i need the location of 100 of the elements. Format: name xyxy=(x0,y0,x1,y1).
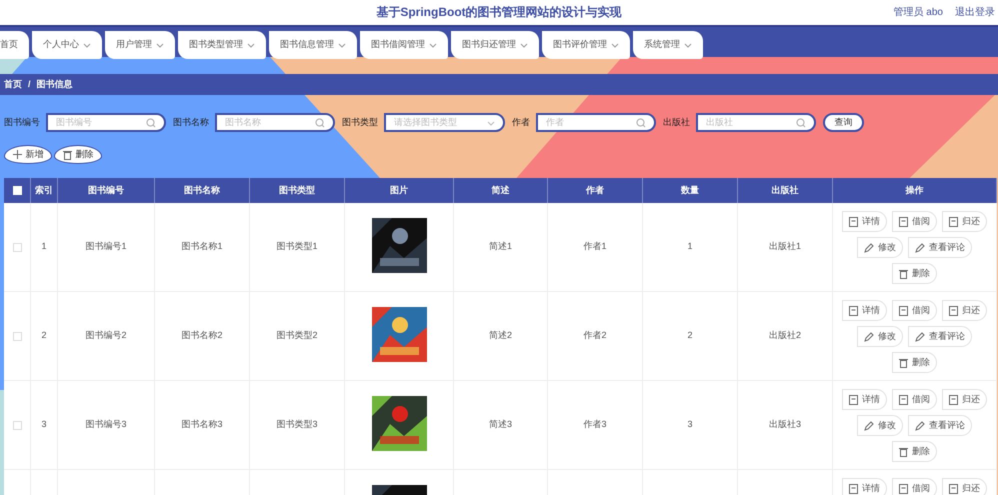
action-button[interactable]: 修改 xyxy=(857,326,903,347)
breadcrumb-link[interactable]: 首页 xyxy=(4,78,22,92)
breadcrumb-link[interactable]: 图书信息 xyxy=(36,78,73,92)
nav-tab[interactable]: 图书归还管理 xyxy=(451,31,539,59)
filter-label: 图书类型 xyxy=(342,116,378,129)
nav-tab[interactable]: 首页 xyxy=(0,31,29,59)
column-header: 索引 xyxy=(35,184,53,197)
column-header: 图书类型 xyxy=(279,184,315,197)
table-cell-text: 图书编号2 xyxy=(85,329,126,342)
pencil-icon xyxy=(864,242,874,252)
search-icon xyxy=(636,118,646,128)
action-button[interactable]: 归还 xyxy=(942,300,987,321)
row-checkbox[interactable] xyxy=(12,332,22,340)
user-name: 管理员 abo xyxy=(894,6,943,20)
action-button[interactable]: 查看评论 xyxy=(908,326,972,347)
table-cell-text: 图书类型2 xyxy=(276,329,318,342)
table-cell-text: 简述1 xyxy=(488,240,512,254)
search-icon xyxy=(315,118,325,128)
table-cell-text: 作者2 xyxy=(583,329,606,342)
document-icon xyxy=(849,394,858,404)
action-button[interactable]: 详情 xyxy=(842,300,887,321)
nav-tab[interactable]: 个人中心 xyxy=(32,31,102,59)
document-icon xyxy=(949,306,958,316)
search-icon xyxy=(796,118,806,128)
document-icon xyxy=(949,216,958,226)
pencil-icon xyxy=(915,332,925,342)
table-cell-text: 出版社1 xyxy=(768,240,801,254)
action-button[interactable]: 删除 xyxy=(892,263,937,284)
document-icon xyxy=(899,216,908,226)
nav-tab[interactable]: 用户管理 xyxy=(105,31,175,59)
select-all-checkbox[interactable] xyxy=(12,186,22,195)
action-button[interactable]: 归还 xyxy=(942,478,987,495)
action-button[interactable]: 修改 xyxy=(857,415,903,436)
column-header: 数量 xyxy=(681,184,699,197)
action-button[interactable]: 详情 xyxy=(842,389,887,410)
column-header: 简述 xyxy=(492,184,510,197)
table-cell-text: 出版社2 xyxy=(768,329,801,342)
table-cell-text: 图书名称2 xyxy=(181,329,222,342)
column-header: 图片 xyxy=(390,184,408,197)
plus-icon xyxy=(12,150,22,159)
action-button[interactable]: 修改 xyxy=(857,237,903,258)
row-checkbox[interactable] xyxy=(12,242,22,252)
action-button[interactable]: 详情 xyxy=(842,211,887,232)
page-title: 基于SpringBoot的图书管理网站的设计与实现 xyxy=(376,4,622,21)
breadcrumb-separator: / xyxy=(28,78,31,91)
nav-tab[interactable]: 系统管理 xyxy=(633,31,703,59)
table-cell-text: 图书编号1 xyxy=(85,240,126,254)
table-cell-text: 图书编号3 xyxy=(85,418,126,432)
trash-icon xyxy=(62,150,72,160)
table-cell-text: 2 xyxy=(41,329,46,342)
document-icon xyxy=(949,484,958,494)
document-icon xyxy=(849,216,858,226)
trash-icon xyxy=(899,446,908,456)
action-button[interactable]: 归还 xyxy=(942,389,987,410)
document-icon xyxy=(899,394,908,404)
table-cell-text: 1 xyxy=(41,240,46,254)
action-button[interactable]: 借阅 xyxy=(892,478,937,495)
nav-tab[interactable]: 图书信息管理 xyxy=(269,31,357,59)
table-cell-text: 出版社3 xyxy=(768,418,801,432)
nav-tab[interactable]: 图书借阅管理 xyxy=(360,31,448,59)
pencil-icon xyxy=(864,420,874,430)
action-button[interactable]: 删除 xyxy=(892,352,937,373)
trash-icon xyxy=(899,358,908,368)
filter-label: 图书名称 xyxy=(173,116,209,129)
table-cell-text: 图书名称3 xyxy=(181,418,222,432)
table-cell-text: 2 xyxy=(687,329,692,342)
column-header: 出版社 xyxy=(772,184,798,197)
logout-link[interactable]: 退出登录 xyxy=(955,5,995,20)
table-cell-text: 1 xyxy=(687,240,692,254)
action-button[interactable]: 借阅 xyxy=(892,389,937,410)
table-cell-text: 图书类型3 xyxy=(276,418,318,432)
document-icon xyxy=(849,484,858,494)
nav-tab[interactable]: 图书评价管理 xyxy=(542,31,630,59)
table-cell-text: 作者3 xyxy=(583,418,606,432)
action-button[interactable]: 删除 xyxy=(892,441,937,462)
action-button[interactable]: 借阅 xyxy=(892,300,937,321)
action-button[interactable]: 借阅 xyxy=(892,211,937,232)
search-icon xyxy=(146,118,156,128)
column-header: 图书编号 xyxy=(88,184,124,197)
action-button[interactable]: 归还 xyxy=(942,211,987,232)
table-cell-text: 简述3 xyxy=(488,418,512,432)
document-icon xyxy=(849,306,858,316)
filter-label: 作者 xyxy=(512,116,530,129)
document-icon xyxy=(899,306,908,316)
action-button[interactable]: 查看评论 xyxy=(908,237,972,258)
action-button[interactable]: 详情 xyxy=(842,478,887,495)
column-header: 操作 xyxy=(906,184,924,197)
search-button[interactable]: 查询 xyxy=(823,113,864,132)
table-cell-text: 3 xyxy=(687,418,692,432)
table-cell-text: 图书名称1 xyxy=(181,240,222,254)
table-cell-text: 作者1 xyxy=(583,240,606,254)
filter-label: 图书编号 xyxy=(4,116,40,129)
pencil-icon xyxy=(915,242,925,252)
column-header: 作者 xyxy=(586,184,604,197)
action-button[interactable]: 查看评论 xyxy=(908,415,972,436)
nav-tab[interactable]: 图书类型管理 xyxy=(178,31,266,59)
pencil-icon xyxy=(915,420,925,430)
trash-icon xyxy=(899,268,908,278)
table-cell-text: 简述2 xyxy=(488,329,512,342)
row-checkbox[interactable] xyxy=(12,420,22,430)
